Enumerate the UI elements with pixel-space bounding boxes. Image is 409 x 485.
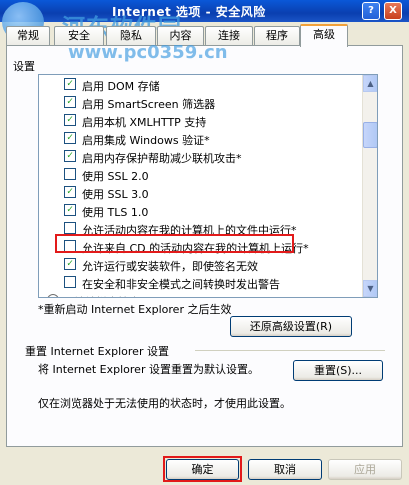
scroll-thumb[interactable]: [363, 122, 377, 148]
cancel-button[interactable]: 取消: [248, 459, 322, 480]
reset-group-description: 将 Internet Explorer 设置重置为默认设置。: [38, 363, 259, 376]
setting-label: 使用 TLS 1.0: [82, 206, 149, 219]
tab-general[interactable]: 常规: [6, 26, 50, 46]
setting-row[interactable]: ✓ 使用 TLS 1.0: [39, 201, 365, 219]
highlight-box-ok: [163, 456, 242, 482]
apply-button[interactable]: 应用: [328, 459, 402, 480]
setting-label: 启用集成 Windows 验证*: [82, 134, 210, 147]
close-button[interactable]: X: [384, 2, 402, 20]
setting-checkbox[interactable]: ✓: [64, 132, 76, 144]
setting-row[interactable]: 使用 SSL 2.0: [39, 165, 365, 183]
setting-checkbox[interactable]: [64, 276, 76, 288]
reset-group-title: 重置 Internet Explorer 设置: [25, 345, 169, 358]
setting-row[interactable]: 从地址栏中搜索: [39, 291, 365, 297]
setting-row[interactable]: ✓ 启用 DOM 存储: [39, 75, 365, 93]
reset-button[interactable]: 重置(S)...: [293, 360, 383, 381]
search-icon: [47, 294, 59, 297]
help-button[interactable]: ?: [362, 2, 380, 20]
setting-label: 在安全和非安全模式之间转换时发出警告: [82, 278, 280, 291]
setting-checkbox[interactable]: ✓: [64, 96, 76, 108]
group-divider: [195, 350, 385, 351]
setting-row[interactable]: 在安全和非安全模式之间转换时发出警告: [39, 273, 365, 291]
setting-row[interactable]: ✓ 启用本机 XMLHTTP 支持: [39, 111, 365, 129]
warning-text: 仅在浏览器处于无法使用的状态时，才使用此设置。: [38, 397, 291, 410]
setting-row[interactable]: ✓ 启用内存保护帮助减少联机攻击*: [39, 147, 365, 165]
highlight-box-invalid-signature: [55, 234, 294, 253]
setting-checkbox[interactable]: [64, 168, 76, 180]
setting-checkbox[interactable]: ✓: [64, 186, 76, 198]
setting-checkbox[interactable]: ✓: [64, 204, 76, 216]
setting-checkbox[interactable]: ✓: [64, 114, 76, 126]
setting-label: 启用 SmartScreen 筛选器: [82, 98, 216, 111]
setting-label: 启用内存保护帮助减少联机攻击*: [82, 152, 242, 165]
tab-programs[interactable]: 程序: [254, 26, 300, 46]
setting-checkbox[interactable]: [64, 222, 76, 234]
setting-checkbox[interactable]: ✓: [64, 258, 76, 270]
setting-label: 启用本机 XMLHTTP 支持: [82, 116, 207, 129]
setting-row[interactable]: ✓ 使用 SSL 3.0: [39, 183, 365, 201]
settings-list[interactable]: ▲ ▼ ✓ 启用 DOM 存储 ✓ 启用 SmartScreen 筛选器 ✓ 启用本机 X…: [38, 74, 378, 298]
setting-row[interactable]: ✓ 允许运行或安装软件，即使签名无效: [39, 255, 365, 273]
setting-label: 使用 SSL 2.0: [82, 170, 149, 183]
restart-note: *重新启动 Internet Explorer 之后生效: [38, 303, 232, 316]
scroll-down-icon[interactable]: ▼: [363, 280, 377, 297]
tab-advanced[interactable]: 高级: [300, 24, 348, 47]
setting-row[interactable]: ✓ 启用集成 Windows 验证*: [39, 129, 365, 147]
setting-label: 启用 DOM 存储: [82, 80, 160, 93]
setting-label: 允许运行或安装软件，即使签名无效: [82, 260, 258, 273]
setting-label: 从地址栏中搜索: [63, 294, 140, 297]
scroll-up-icon[interactable]: ▲: [363, 75, 377, 92]
setting-checkbox[interactable]: ✓: [64, 78, 76, 90]
settings-label: 设置: [13, 60, 35, 73]
setting-checkbox[interactable]: ✓: [64, 150, 76, 162]
setting-label: 使用 SSL 3.0: [82, 188, 149, 201]
restore-advanced-button[interactable]: 还原高级设置(R): [230, 316, 352, 337]
setting-row[interactable]: ✓ 启用 SmartScreen 筛选器: [39, 93, 365, 111]
watermark-url: www.pc0359.cn: [68, 42, 228, 63]
